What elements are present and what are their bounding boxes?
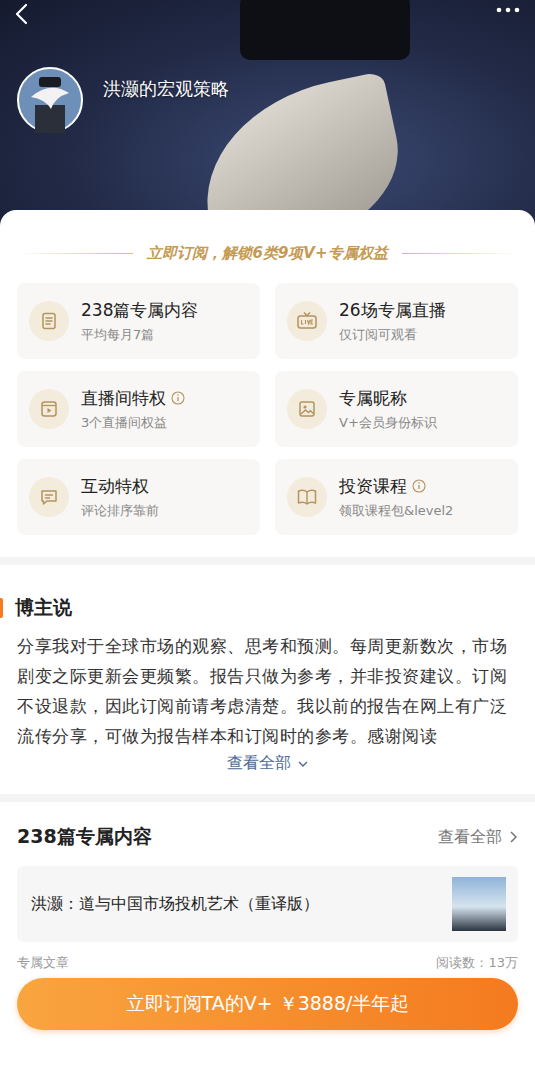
benefit-title-text: 专属昵称	[339, 387, 407, 410]
benefit-title: 投资课程	[339, 475, 453, 498]
benefit-icon-circle	[287, 477, 327, 517]
benefit-subtitle: 3个直播间权益	[81, 414, 185, 432]
benefit-title-text: 238篇专属内容	[81, 299, 198, 322]
benefits-title: 立即订阅，解锁6类9项V+专属权益	[147, 244, 387, 263]
view-all-link[interactable]: 查看全部	[438, 827, 518, 848]
benefit-title-text: 直播间特权	[81, 387, 166, 410]
benefit-subtitle: 平均每月7篇	[81, 326, 198, 344]
benefit-item[interactable]: 投资课程 领取课程包&level2	[275, 459, 518, 535]
section-separator	[0, 557, 535, 565]
content-title: 238篇专属内容	[17, 824, 152, 850]
benefit-item[interactable]: 26场专属直播 仅订阅可观看	[275, 283, 518, 359]
benefit-title-text: 互动特权	[81, 475, 149, 498]
content-header: 238篇专属内容 查看全部	[17, 824, 518, 850]
expand-text: 查看全部	[227, 753, 291, 774]
benefit-subtitle: 评论排序靠前	[81, 502, 159, 520]
subscribe-button[interactable]: 立即订阅TA的V+ ￥3888/半年起	[17, 978, 518, 1030]
benefit-text: 238篇专属内容 平均每月7篇	[81, 299, 198, 344]
benefit-title: 直播间特权	[81, 387, 185, 410]
chat-icon	[39, 487, 59, 507]
back-arrow-icon[interactable]	[12, 2, 32, 26]
avatar-icon[interactable]	[17, 67, 83, 133]
picture-icon	[297, 399, 317, 419]
benefit-icon-circle	[29, 301, 69, 341]
benefits-card: 立即订阅，解锁6类9项V+专属权益 238篇专属内容 平均每月7篇 26场专属直…	[0, 210, 535, 557]
benefit-title-text: 26场专属直播	[339, 299, 446, 322]
blogger-name: 洪灏的宏观策略	[103, 77, 229, 101]
info-icon[interactable]	[412, 479, 426, 493]
benefits-grid: 238篇专属内容 平均每月7篇 26场专属直播 仅订阅可观看 直播间特权 3个直…	[0, 283, 535, 535]
benefit-item[interactable]: 直播间特权 3个直播间权益	[17, 371, 260, 447]
benefit-title: 238篇专属内容	[81, 299, 198, 322]
chevron-right-icon	[508, 830, 518, 844]
header-image: 洪灏的宏观策略	[0, 0, 535, 230]
expand-link[interactable]: 查看全部	[17, 753, 518, 774]
book-icon	[296, 487, 318, 507]
benefit-subtitle: 领取课程包&level2	[339, 502, 453, 520]
info-icon[interactable]	[171, 391, 185, 405]
benefit-item[interactable]: 互动特权 评论排序靠前	[17, 459, 260, 535]
about-title: 博主说	[0, 595, 518, 621]
benefit-title: 26场专属直播	[339, 299, 446, 322]
divider-line	[402, 253, 518, 254]
divider-line	[17, 253, 133, 254]
read-count: 阅读数：13万	[436, 954, 518, 972]
content-section: 238篇专属内容 查看全部 洪灏：道与中国市场投机艺术（重译版） 专属文章 阅读…	[0, 802, 535, 1080]
profile: 洪灏的宏观策略	[17, 67, 229, 133]
content-meta: 专属文章 阅读数：13万	[17, 954, 518, 972]
subscription-page: 洪灏的宏观策略 立即订阅，解锁6类9项V+专属权益 238篇专属内容 平均每月7…	[0, 0, 535, 1080]
title-bar	[0, 598, 3, 618]
content-item-title: 洪灏：道与中国市场投机艺术（重译版）	[31, 894, 319, 915]
benefit-text: 26场专属直播 仅订阅可观看	[339, 299, 446, 344]
content-item[interactable]: 洪灏：道与中国市场投机艺术（重译版）	[17, 866, 518, 942]
live-tv-icon	[296, 311, 318, 331]
benefit-subtitle: 仅订阅可观看	[339, 326, 446, 344]
benefit-text: 互动特权 评论排序靠前	[81, 475, 159, 520]
benefit-text: 专属昵称 V+会员身份标识	[339, 387, 437, 432]
thumbnail-image	[452, 877, 506, 931]
play-screen-icon	[39, 399, 59, 419]
benefits-header: 立即订阅，解锁6类9项V+专属权益	[0, 244, 535, 263]
section-separator	[0, 794, 535, 802]
more-icon[interactable]	[495, 6, 521, 14]
content-type: 专属文章	[17, 954, 69, 972]
benefit-icon-circle	[287, 301, 327, 341]
hat-shape	[240, 0, 410, 60]
about-title-text: 博主说	[15, 595, 72, 621]
benefit-icon-circle	[287, 389, 327, 429]
benefit-text: 直播间特权 3个直播间权益	[81, 387, 185, 432]
benefit-item[interactable]: 238篇专属内容 平均每月7篇	[17, 283, 260, 359]
view-all-text: 查看全部	[438, 827, 502, 848]
benefit-title: 专属昵称	[339, 387, 437, 410]
document-icon	[39, 311, 59, 331]
benefit-icon-circle	[29, 477, 69, 517]
benefit-item[interactable]: 专属昵称 V+会员身份标识	[275, 371, 518, 447]
about-text: 分享我对于全球市场的观察、思考和预测。每周更新数次，市场剧变之际更新会更频繁。报…	[17, 631, 518, 751]
benefit-text: 投资课程 领取课程包&level2	[339, 475, 453, 520]
benefit-subtitle: V+会员身份标识	[339, 414, 437, 432]
benefit-icon-circle	[29, 389, 69, 429]
benefit-title-text: 投资课程	[339, 475, 407, 498]
chevron-down-icon	[297, 759, 309, 769]
about-section: 博主说 分享我对于全球市场的观察、思考和预测。每周更新数次，市场剧变之际更新会更…	[0, 565, 535, 794]
benefit-title: 互动特权	[81, 475, 159, 498]
